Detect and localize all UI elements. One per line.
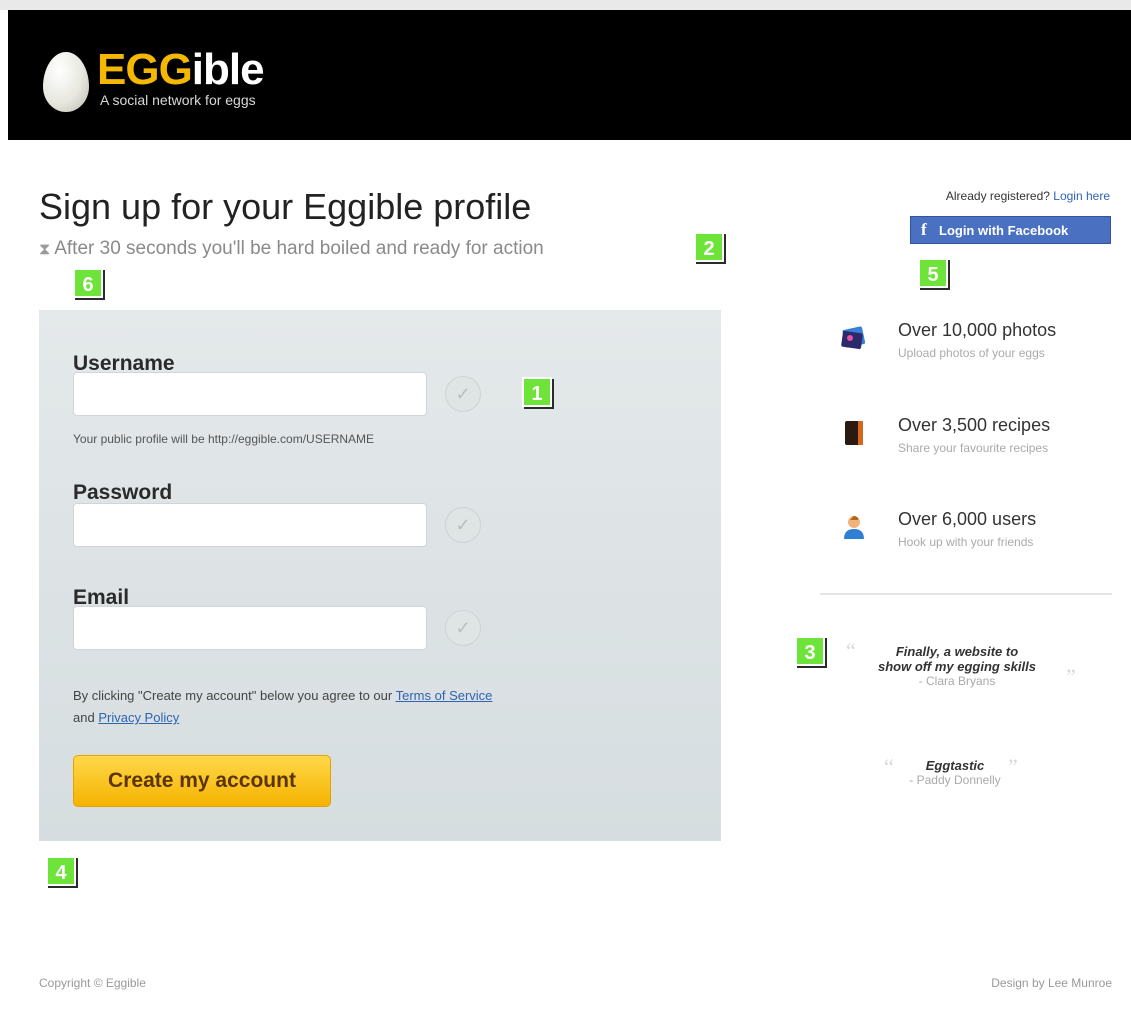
create-account-button[interactable]: Create my account: [73, 755, 331, 807]
egg-logo-icon: [43, 52, 89, 112]
email-input[interactable]: [73, 606, 427, 650]
footer-credit[interactable]: Design by Lee Munroe: [991, 976, 1112, 990]
testimonial-1-author: - Clara Bryans: [918, 674, 996, 688]
username-hint: Your public profile will be http://eggib…: [73, 432, 375, 446]
password-input[interactable]: [73, 503, 427, 547]
annotation-badge-5: 5: [918, 258, 948, 288]
username-input[interactable]: [73, 372, 427, 416]
hourglass-icon: ⧗: [39, 241, 51, 258]
stat-photos: Over 10,000 photos Upload photos of your…: [820, 310, 1112, 390]
testimonial-1: Finally, a website to show off my egging…: [852, 644, 1062, 688]
recipe-book-icon: [845, 421, 863, 445]
photos-icon: [841, 326, 866, 350]
stat-photos-subtitle: Upload photos of your eggs: [898, 346, 1045, 360]
username-check-icon: ✓: [445, 376, 481, 412]
password-check-icon: ✓: [445, 507, 481, 543]
login-here-link[interactable]: Login here: [1053, 189, 1110, 203]
annotation-badge-3: 3: [795, 636, 825, 666]
quote-close-icon: ”: [1066, 664, 1076, 689]
privacy-policy-link[interactable]: Privacy Policy: [98, 710, 179, 725]
header-bar: EGGible A social network for eggs: [8, 10, 1131, 140]
already-registered-text: Already registered?: [945, 189, 1050, 203]
logo-egg-text: EGG: [97, 45, 193, 94]
annotation-badge-2: 2: [694, 232, 724, 262]
facebook-login-label: Login with Facebook: [939, 223, 1069, 238]
page-subtitle: ⧗ After 30 seconds you'll be hard boiled …: [39, 238, 544, 260]
page-title: Sign up for your Eggible profile: [39, 186, 532, 227]
testimonial-1-line2: show off my egging skills: [878, 659, 1036, 674]
terms-text: By clicking "Create my account" below yo…: [73, 685, 633, 729]
testimonial-2-author: - Paddy Donnelly: [909, 773, 1001, 787]
facebook-login-button[interactable]: f Login with Facebook: [910, 216, 1111, 244]
logo-ible-text: ible: [191, 45, 265, 94]
facebook-icon: f: [921, 220, 927, 239]
already-registered: Already registered? Login here: [946, 189, 1110, 203]
stat-users-subtitle: Hook up with your friends: [898, 535, 1034, 549]
footer-copyright: Copyright © Eggible: [39, 976, 146, 990]
quote-close-icon: ”: [1008, 754, 1018, 779]
user-icon: [844, 516, 864, 539]
testimonial-2: Eggtastic - Paddy Donnelly: [890, 758, 1020, 787]
page: EGGible A social network for eggs Sign u…: [0, 10, 1131, 1036]
stat-recipes-title: Over 3,500 recipes: [898, 415, 1051, 435]
signup-form: Username ✓ Your public profile will be h…: [39, 310, 721, 841]
annotation-badge-4: 4: [46, 856, 76, 886]
testimonial-1-line1: Finally, a website to: [895, 644, 1019, 659]
terms-prefix: By clicking "Create my account" below yo…: [73, 688, 393, 703]
site-logo[interactable]: EGGible: [97, 45, 265, 94]
password-label: Password: [73, 481, 173, 504]
testimonial-2-line1: Eggtastic: [925, 758, 985, 773]
terms-of-service-link[interactable]: Terms of Service: [396, 688, 493, 703]
sidebar-divider: [820, 593, 1112, 595]
subtitle-text: After 30 seconds you'll be hard boiled a…: [54, 238, 544, 259]
tagline: A social network for eggs: [100, 92, 256, 108]
stat-users-title: Over 6,000 users: [898, 509, 1037, 529]
email-check-icon: ✓: [445, 610, 481, 646]
terms-and: and: [73, 710, 95, 725]
annotation-badge-1: 1: [522, 377, 552, 407]
annotation-badge-6: 6: [73, 268, 103, 298]
stat-users: Over 6,000 users Hook up with your frien…: [820, 499, 1112, 579]
stat-photos-title: Over 10,000 photos: [898, 320, 1057, 340]
stat-recipes: Over 3,500 recipes Share your favourite …: [820, 405, 1112, 485]
stat-recipes-subtitle: Share your favourite recipes: [898, 441, 1049, 455]
